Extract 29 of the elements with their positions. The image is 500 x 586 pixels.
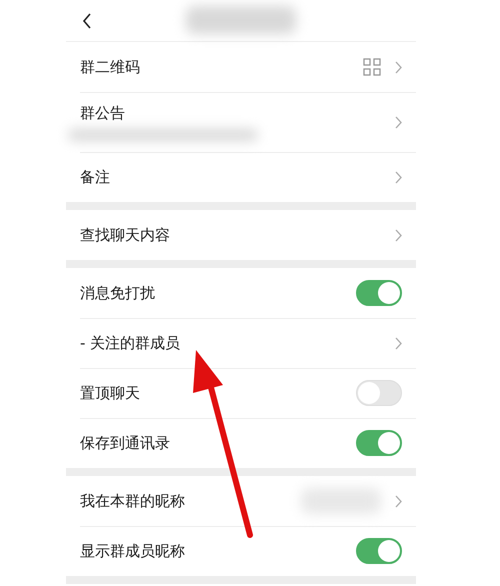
row-label: 备注	[80, 168, 110, 186]
row-label: 我在本群的昵称	[80, 492, 185, 510]
toggle-switch[interactable]	[356, 430, 402, 456]
chevron-icon	[395, 116, 402, 128]
settings-row[interactable]: 显示群成员昵称	[66, 526, 416, 576]
chevron-icon	[395, 60, 402, 74]
row-label: 保存到通讯录	[80, 434, 170, 452]
settings-row[interactable]: 消息免打扰	[66, 268, 416, 318]
chevron-icon	[395, 170, 402, 184]
row-label: 查找聊天内容	[80, 226, 170, 244]
settings-row[interactable]: 保存到通讯录	[66, 418, 416, 468]
toggle-switch[interactable]	[356, 538, 402, 564]
row-label: 群二维码	[80, 58, 140, 76]
settings-row[interactable]: 我在本群的昵称	[66, 476, 416, 526]
settings-row[interactable]: 群公告	[66, 92, 416, 152]
chevron-icon	[395, 336, 402, 350]
settings-row[interactable]: 群二维码	[66, 42, 416, 92]
row-label: 置顶聊天	[80, 384, 140, 402]
back-icon[interactable]	[82, 12, 92, 30]
chevron-icon	[395, 494, 402, 508]
row-label: 群公告	[80, 104, 126, 122]
settings-row[interactable]: 查找聊天内容	[66, 210, 416, 260]
toggle-switch[interactable]	[356, 280, 402, 306]
row-label: - 关注的群成员	[80, 334, 180, 352]
chevron-icon	[395, 228, 402, 242]
settings-row[interactable]: 备注	[66, 152, 416, 202]
settings-row[interactable]: - 关注的群成员	[66, 318, 416, 368]
row-label: 消息免打扰	[80, 284, 155, 302]
row-label: 显示群成员昵称	[80, 542, 185, 560]
